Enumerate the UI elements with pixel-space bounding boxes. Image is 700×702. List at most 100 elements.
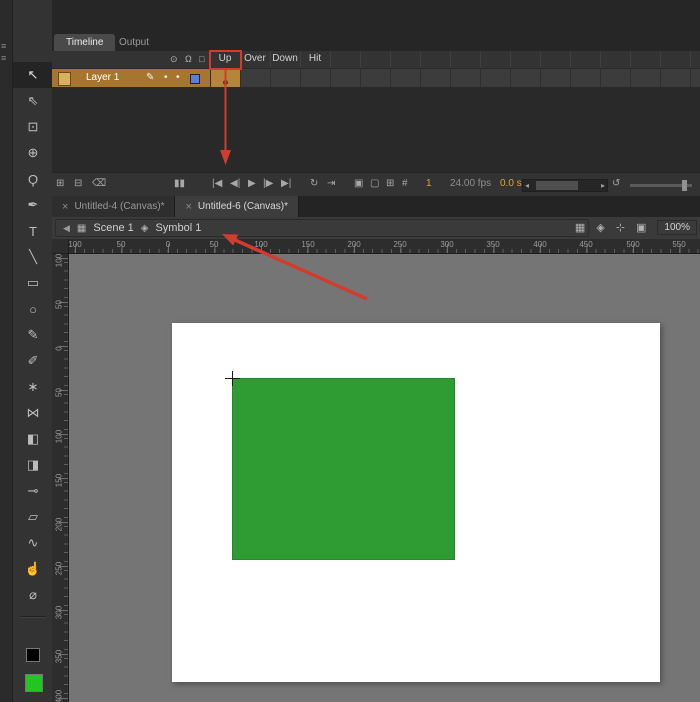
tool-eyedropper-button[interactable]: ⊸	[13, 478, 53, 504]
tool-free-transform-button[interactable]: ⊡	[13, 114, 53, 140]
doc-tab-untitled-6[interactable]: × Untitled-6 (Canvas)*	[175, 196, 298, 217]
v-ruler-label: 50	[55, 295, 64, 315]
tool-line-button[interactable]: ╲	[13, 244, 53, 270]
keyframe-cell[interactable]	[211, 69, 240, 87]
tool-width-button[interactable]: ∿	[13, 530, 53, 556]
v-ruler-label: 250	[55, 559, 64, 579]
doc-tab-label: Untitled-6 (Canvas)*	[198, 201, 288, 212]
tool-pen-button[interactable]: ✒	[13, 192, 53, 218]
tab-output[interactable]: Output	[107, 34, 161, 51]
layer-row[interactable]: Layer 1 ✎ • •	[52, 69, 210, 88]
tool-ink-bottle-button[interactable]: ◨	[13, 452, 53, 478]
play-icon[interactable]: ▶	[248, 178, 256, 189]
edit-symbols-icon[interactable]: ◈	[596, 221, 604, 234]
zoom-slider-knob[interactable]	[682, 180, 687, 191]
edit-scene-icon[interactable]: ▦	[575, 221, 585, 234]
pencil-icon: ✎	[28, 327, 39, 343]
pause-icon[interactable]: ▮▮	[174, 178, 185, 189]
tool-selection-button[interactable]: ↖	[13, 62, 53, 88]
new-layer-icon[interactable]: ⊞	[56, 178, 64, 189]
fill-color-swatch[interactable]	[25, 674, 43, 692]
scroll-left-icon[interactable]: ◂	[525, 180, 529, 191]
reset-timeline-zoom-icon[interactable]: ↺	[612, 178, 620, 189]
stroke-color-swatch[interactable]	[26, 648, 40, 662]
tool-brush-button[interactable]: ✐	[13, 348, 53, 374]
tool-lasso-button[interactable]: Ϙ	[13, 166, 53, 192]
loop-icon[interactable]: ↻	[310, 178, 318, 189]
stage[interactable]	[172, 323, 660, 682]
close-icon[interactable]: ×	[185, 201, 191, 213]
delete-layer-icon[interactable]: ⌫	[92, 178, 106, 189]
left-edge-strip: ≡ ≡	[0, 0, 13, 702]
text-tool-icon: T	[29, 224, 37, 239]
doc-tab-untitled-4[interactable]: × Untitled-4 (Canvas)*	[52, 196, 175, 217]
goto-last-frame-icon[interactable]: ▶|	[281, 178, 291, 189]
onion-outline-icon[interactable]: ▢	[370, 178, 379, 189]
tool-rectangle-button[interactable]: ▭	[13, 270, 53, 296]
pasteboard[interactable]	[68, 253, 700, 702]
tool-text-button[interactable]: T	[13, 218, 53, 244]
toolbar-divider	[20, 616, 46, 618]
panel-menu-icon[interactable]: ≡	[1, 54, 6, 63]
tool-oval-button[interactable]: ○	[13, 296, 53, 322]
drawn-green-rectangle[interactable]	[232, 378, 455, 560]
layer-frames-row[interactable]	[210, 69, 700, 88]
timeline-zoom-slider[interactable]	[630, 184, 692, 187]
tool-pencil-button[interactable]: ✎	[13, 322, 53, 348]
h-ruler-label: 50	[210, 240, 219, 249]
layer-lock-dot[interactable]: •	[176, 72, 180, 83]
frame-rate-value[interactable]: 24.00 fps	[450, 178, 491, 189]
close-icon[interactable]: ×	[62, 201, 68, 213]
new-folder-icon[interactable]: ⊟	[74, 178, 82, 189]
timeline-scrollbar[interactable]: ◂ ▸	[522, 179, 608, 192]
layer-visibility-dot[interactable]: •	[164, 72, 168, 83]
edit-breadcrumb: ◀ ▦ Scene 1 ◈ Symbol 1	[55, 219, 589, 237]
scroll-right-icon[interactable]: ▸	[601, 180, 605, 191]
tool-deco-button[interactable]: ∗	[13, 374, 53, 400]
step-back-icon[interactable]: ◀|	[230, 178, 240, 189]
lock-column-icon[interactable]: Ω	[185, 54, 192, 64]
tool-subselection-button[interactable]: ⇖	[13, 88, 53, 114]
visibility-column-icon[interactable]: ⊙	[170, 54, 178, 65]
timeline-body: ⊙ Ω □ Layer 1 ✎ • • Up Over D	[52, 51, 700, 172]
goto-first-frame-icon[interactable]: |◀	[212, 178, 222, 189]
symbol-breadcrumb[interactable]: Symbol 1	[155, 222, 201, 234]
scrollbar-thumb[interactable]	[536, 181, 578, 190]
line-icon: ╲	[29, 249, 37, 265]
step-forward-icon[interactable]: |▶	[263, 178, 273, 189]
layers-pane: ⊙ Ω □ Layer 1 ✎ • •	[52, 51, 211, 172]
onion-skin-icon[interactable]: ▣	[354, 178, 363, 189]
layer-outline-color-swatch[interactable]	[190, 74, 200, 84]
frames-pane: Up Over Down Hit	[210, 51, 700, 172]
tool-hand-button[interactable]: ☝	[13, 556, 53, 582]
zoom-level-dropdown[interactable]: 100%	[657, 220, 697, 235]
frame-label-over[interactable]: Over	[240, 53, 270, 64]
outline-column-icon[interactable]: □	[199, 54, 204, 64]
frame-label-down[interactable]: Down	[270, 53, 300, 64]
panel-collapse-icon[interactable]: ≡	[1, 42, 6, 51]
tool-3d-rotation-button[interactable]: ⊕	[13, 140, 53, 166]
scene-icon: ▦	[77, 223, 86, 234]
frame-label-hit[interactable]: Hit	[300, 53, 330, 64]
tool-paint-bucket-button[interactable]: ◧	[13, 426, 53, 452]
back-button[interactable]: ◀	[63, 223, 70, 234]
tool-eraser-button[interactable]: ▱	[13, 504, 53, 530]
edit-multiple-frames-icon[interactable]: ⊞	[386, 178, 394, 189]
tool-bone-button[interactable]: ⋈	[13, 400, 53, 426]
hand-icon: ☝	[25, 561, 41, 577]
h-ruler-label: 400	[533, 240, 546, 249]
scene-breadcrumb[interactable]: Scene 1	[93, 222, 133, 234]
horizontal-ruler: 100 50 0 50 100 150 200 250 300 350 400 …	[52, 239, 700, 254]
clip-content-icon[interactable]: ▣	[636, 221, 646, 234]
loop-range-icon[interactable]: ⇥	[327, 178, 335, 189]
h-ruler-label: 300	[440, 240, 453, 249]
layer-name[interactable]: Layer 1	[86, 72, 119, 83]
ink-bottle-icon: ◨	[27, 457, 39, 473]
h-ruler-label: 500	[626, 240, 639, 249]
tool-zoom-button[interactable]: ⌀	[13, 582, 53, 608]
v-ruler-label: 200	[55, 515, 64, 535]
center-frame-icon[interactable]: ⊹	[616, 221, 625, 234]
tools-panel: ↖ ⇖ ⊡ ⊕ Ϙ ✒ T ╲ ▭ ○ ✎ ✐ ∗ ⋈ ◧ ◨ ⊸ ▱ ∿ ☝ …	[13, 0, 54, 702]
modify-markers-icon[interactable]: #	[402, 178, 408, 189]
frame-label-up[interactable]: Up	[210, 53, 240, 64]
